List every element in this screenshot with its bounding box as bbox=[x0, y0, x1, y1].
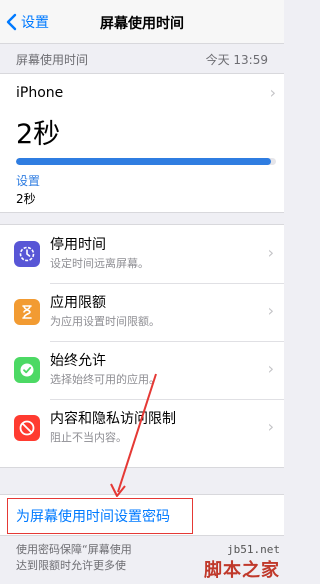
watermark-site: jb51.net bbox=[227, 543, 280, 556]
chevron-right-icon: › bbox=[269, 83, 276, 102]
usage-bar bbox=[16, 158, 276, 165]
options-list: 停用时间 设定时间远离屏幕。 › 应用限额 为应用设置时间限额。 › 始终允许 … bbox=[0, 224, 284, 468]
option-downtime[interactable]: 停用时间 设定时间远离屏幕。 › bbox=[0, 229, 284, 281]
chevron-right-icon: › bbox=[267, 301, 274, 320]
moon-clock-icon bbox=[14, 241, 40, 267]
usage-summary-card[interactable]: iPhone › 2秒 设置 2秒 bbox=[0, 73, 284, 213]
option-title: 应用限额 bbox=[50, 295, 106, 311]
option-subtitle: 阻止不当内容。 bbox=[50, 431, 127, 444]
no-entry-icon bbox=[14, 415, 40, 441]
category-value: 2秒 bbox=[16, 192, 36, 206]
annotation-highlight-box bbox=[7, 498, 193, 534]
option-content-privacy-restrictions[interactable]: 内容和隐私访问限制 阻止不当内容。 › bbox=[0, 403, 284, 455]
chevron-right-icon: › bbox=[267, 417, 274, 436]
option-always-allowed[interactable]: 始终允许 选择始终可用的应用。 › bbox=[0, 345, 284, 397]
divider bbox=[50, 341, 284, 342]
navigation-bar: 设置 屏幕使用时间 bbox=[0, 0, 284, 44]
page-title: 屏幕使用时间 bbox=[100, 16, 184, 32]
option-title: 内容和隐私访问限制 bbox=[50, 411, 176, 427]
option-app-limits[interactable]: 应用限额 为应用设置时间限额。 › bbox=[0, 287, 284, 339]
category-label: 设置 bbox=[16, 174, 41, 188]
summary-timestamp: 今天 13:59 bbox=[205, 52, 268, 67]
total-usage-time: 2秒 bbox=[16, 119, 61, 150]
divider bbox=[50, 399, 284, 400]
summary-header-title: 屏幕使用时间 bbox=[16, 52, 89, 67]
option-title: 始终允许 bbox=[50, 353, 106, 369]
option-subtitle: 设定时间远离屏幕。 bbox=[50, 257, 149, 270]
watermark: jb51.net 脚本之家 bbox=[204, 543, 280, 582]
option-subtitle: 为应用设置时间限额。 bbox=[50, 315, 160, 328]
chevron-right-icon: › bbox=[267, 243, 274, 262]
device-row[interactable]: iPhone › bbox=[16, 74, 276, 112]
option-title: 停用时间 bbox=[50, 237, 106, 253]
device-name: iPhone bbox=[16, 85, 64, 101]
checkmark-badge-icon bbox=[14, 357, 40, 383]
usage-bar-fill bbox=[16, 158, 271, 165]
watermark-brand: 脚本之家 bbox=[204, 560, 280, 581]
option-subtitle: 选择始终可用的应用。 bbox=[50, 373, 160, 386]
summary-section-header: 屏幕使用时间 今天 13:59 bbox=[0, 45, 284, 73]
chevron-right-icon: › bbox=[267, 359, 274, 378]
hourglass-icon bbox=[14, 299, 40, 325]
divider bbox=[50, 283, 284, 284]
